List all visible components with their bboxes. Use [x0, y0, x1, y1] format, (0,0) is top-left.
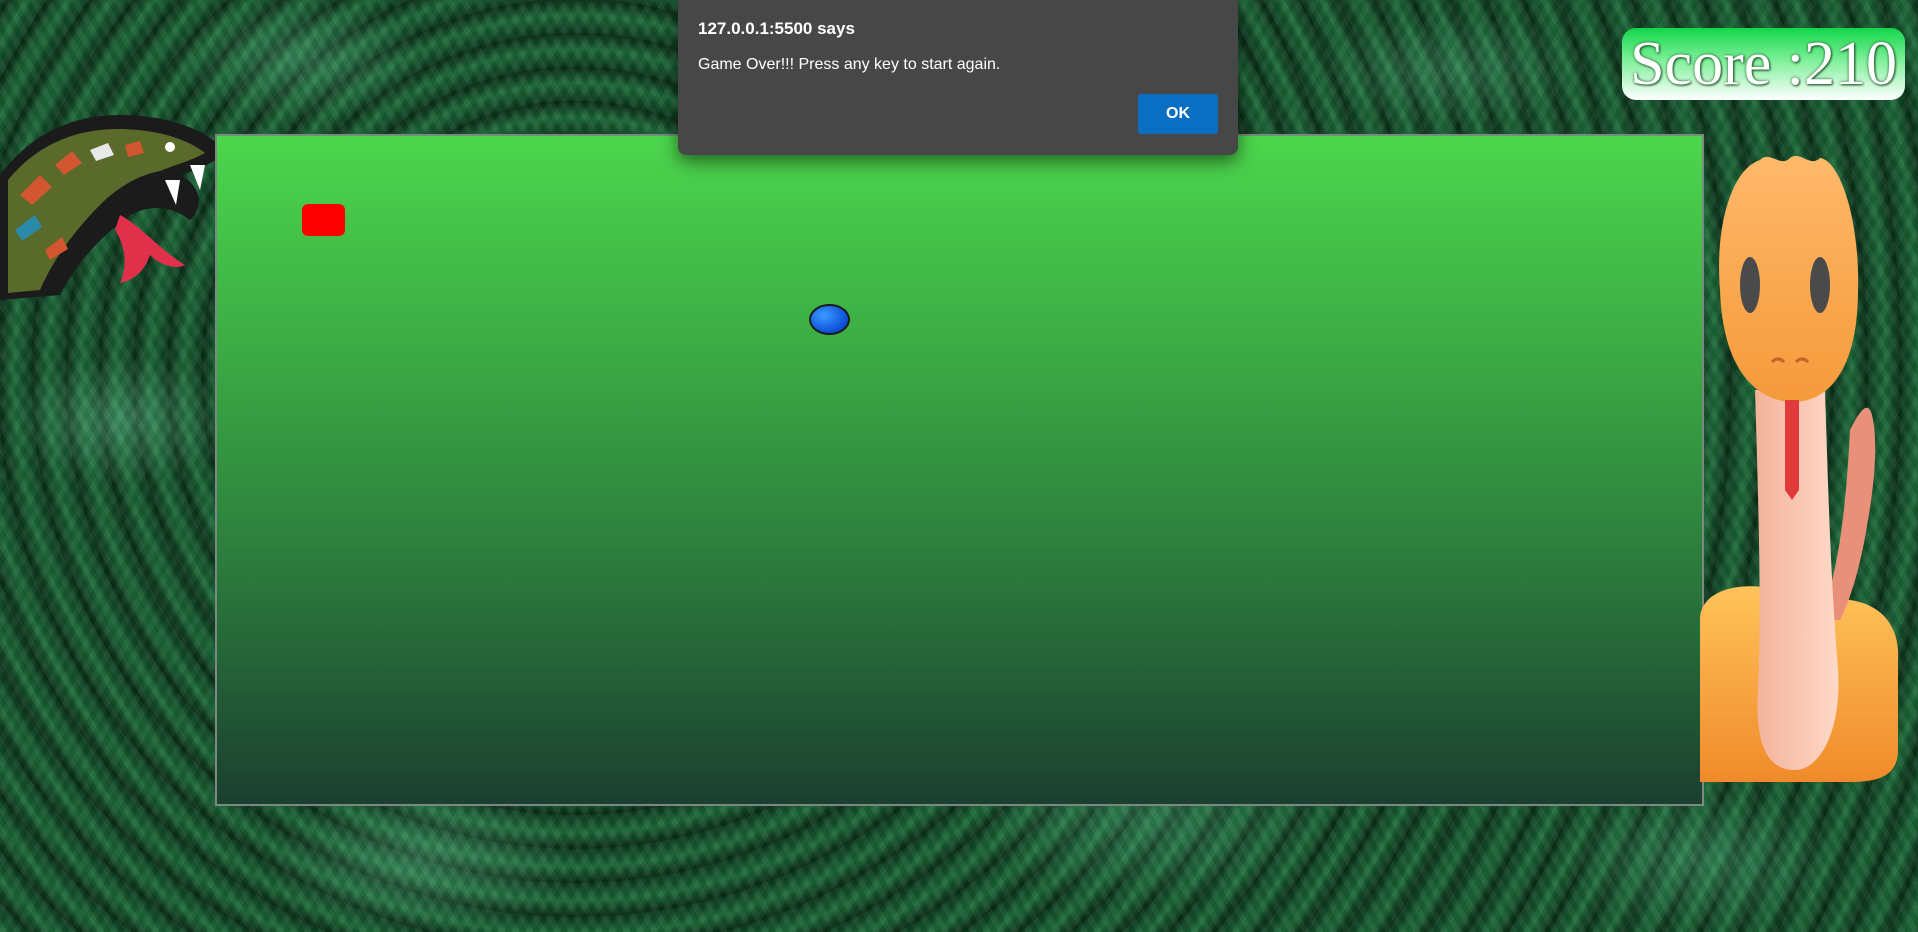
score-box: Score :210 — [1622, 28, 1905, 100]
game-board — [215, 134, 1704, 806]
food — [302, 204, 345, 236]
cartoon-snake-illustration — [1700, 155, 1899, 782]
dialog-message: Game Over!!! Press any key to start agai… — [698, 56, 1001, 73]
tribal-snake-illustration — [0, 115, 225, 300]
ok-button[interactable]: OK — [1138, 94, 1218, 134]
alert-dialog: 127.0.0.1:5500 says Game Over!!! Press a… — [678, 0, 1238, 155]
dialog-title: 127.0.0.1:5500 says — [698, 19, 855, 38]
score-text: Score :210 — [1630, 30, 1897, 98]
game-page: Score :210 127.0.0.1:5500 says Game Over… — [0, 0, 1918, 932]
snake-head — [809, 304, 850, 335]
